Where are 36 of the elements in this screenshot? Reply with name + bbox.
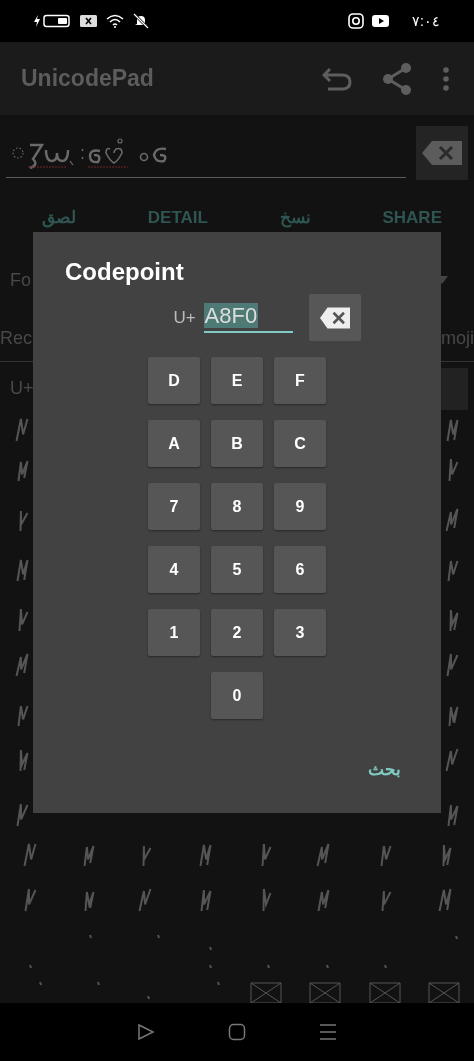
camera-icon xyxy=(348,13,365,29)
keypad-key[interactable]: 9 xyxy=(274,483,326,530)
bell-muted-icon xyxy=(132,13,150,29)
keypad-key[interactable]: E xyxy=(211,357,263,404)
keypad-key[interactable]: 0 xyxy=(211,672,263,719)
keypad-key[interactable]: 7 xyxy=(148,483,200,530)
backspace-button[interactable] xyxy=(308,294,361,341)
battery-charging-icon xyxy=(34,14,72,28)
search-link[interactable]: بحث xyxy=(368,759,401,780)
back-icon[interactable] xyxy=(136,1023,155,1041)
keypad-key[interactable]: 2 xyxy=(211,609,263,656)
video-play-icon xyxy=(372,14,391,28)
keypad-key[interactable]: F xyxy=(274,357,326,404)
keypad-key[interactable]: 4 xyxy=(148,546,200,593)
codepoint-prefix: U+ xyxy=(173,307,196,328)
wifi-icon xyxy=(106,14,124,28)
sim-card-icon xyxy=(80,14,98,28)
keypad-key[interactable]: 8 xyxy=(211,483,263,530)
clock-time: ٧:٠٤ xyxy=(412,13,440,29)
backspace-icon xyxy=(422,140,462,165)
home-icon[interactable] xyxy=(228,1023,246,1041)
undo-icon[interactable] xyxy=(322,66,352,91)
keypad-key[interactable]: 3 xyxy=(274,609,326,656)
app-title: UnicodePad xyxy=(21,65,154,92)
more-options-icon[interactable] xyxy=(442,66,450,91)
keypad-key[interactable]: 6 xyxy=(274,546,326,593)
backspace-icon xyxy=(319,306,350,329)
keypad-key[interactable]: D xyxy=(148,357,200,404)
keypad-key[interactable]: 1 xyxy=(148,609,200,656)
keypad-key[interactable]: C xyxy=(274,420,326,467)
share-icon[interactable] xyxy=(382,62,412,95)
keypad-key[interactable]: 5 xyxy=(211,546,263,593)
menu-icon[interactable] xyxy=(319,1023,338,1041)
dialog-title: Codepoint xyxy=(65,258,185,286)
keypad-key[interactable]: A xyxy=(148,420,200,467)
keypad-key[interactable]: B xyxy=(211,420,263,467)
